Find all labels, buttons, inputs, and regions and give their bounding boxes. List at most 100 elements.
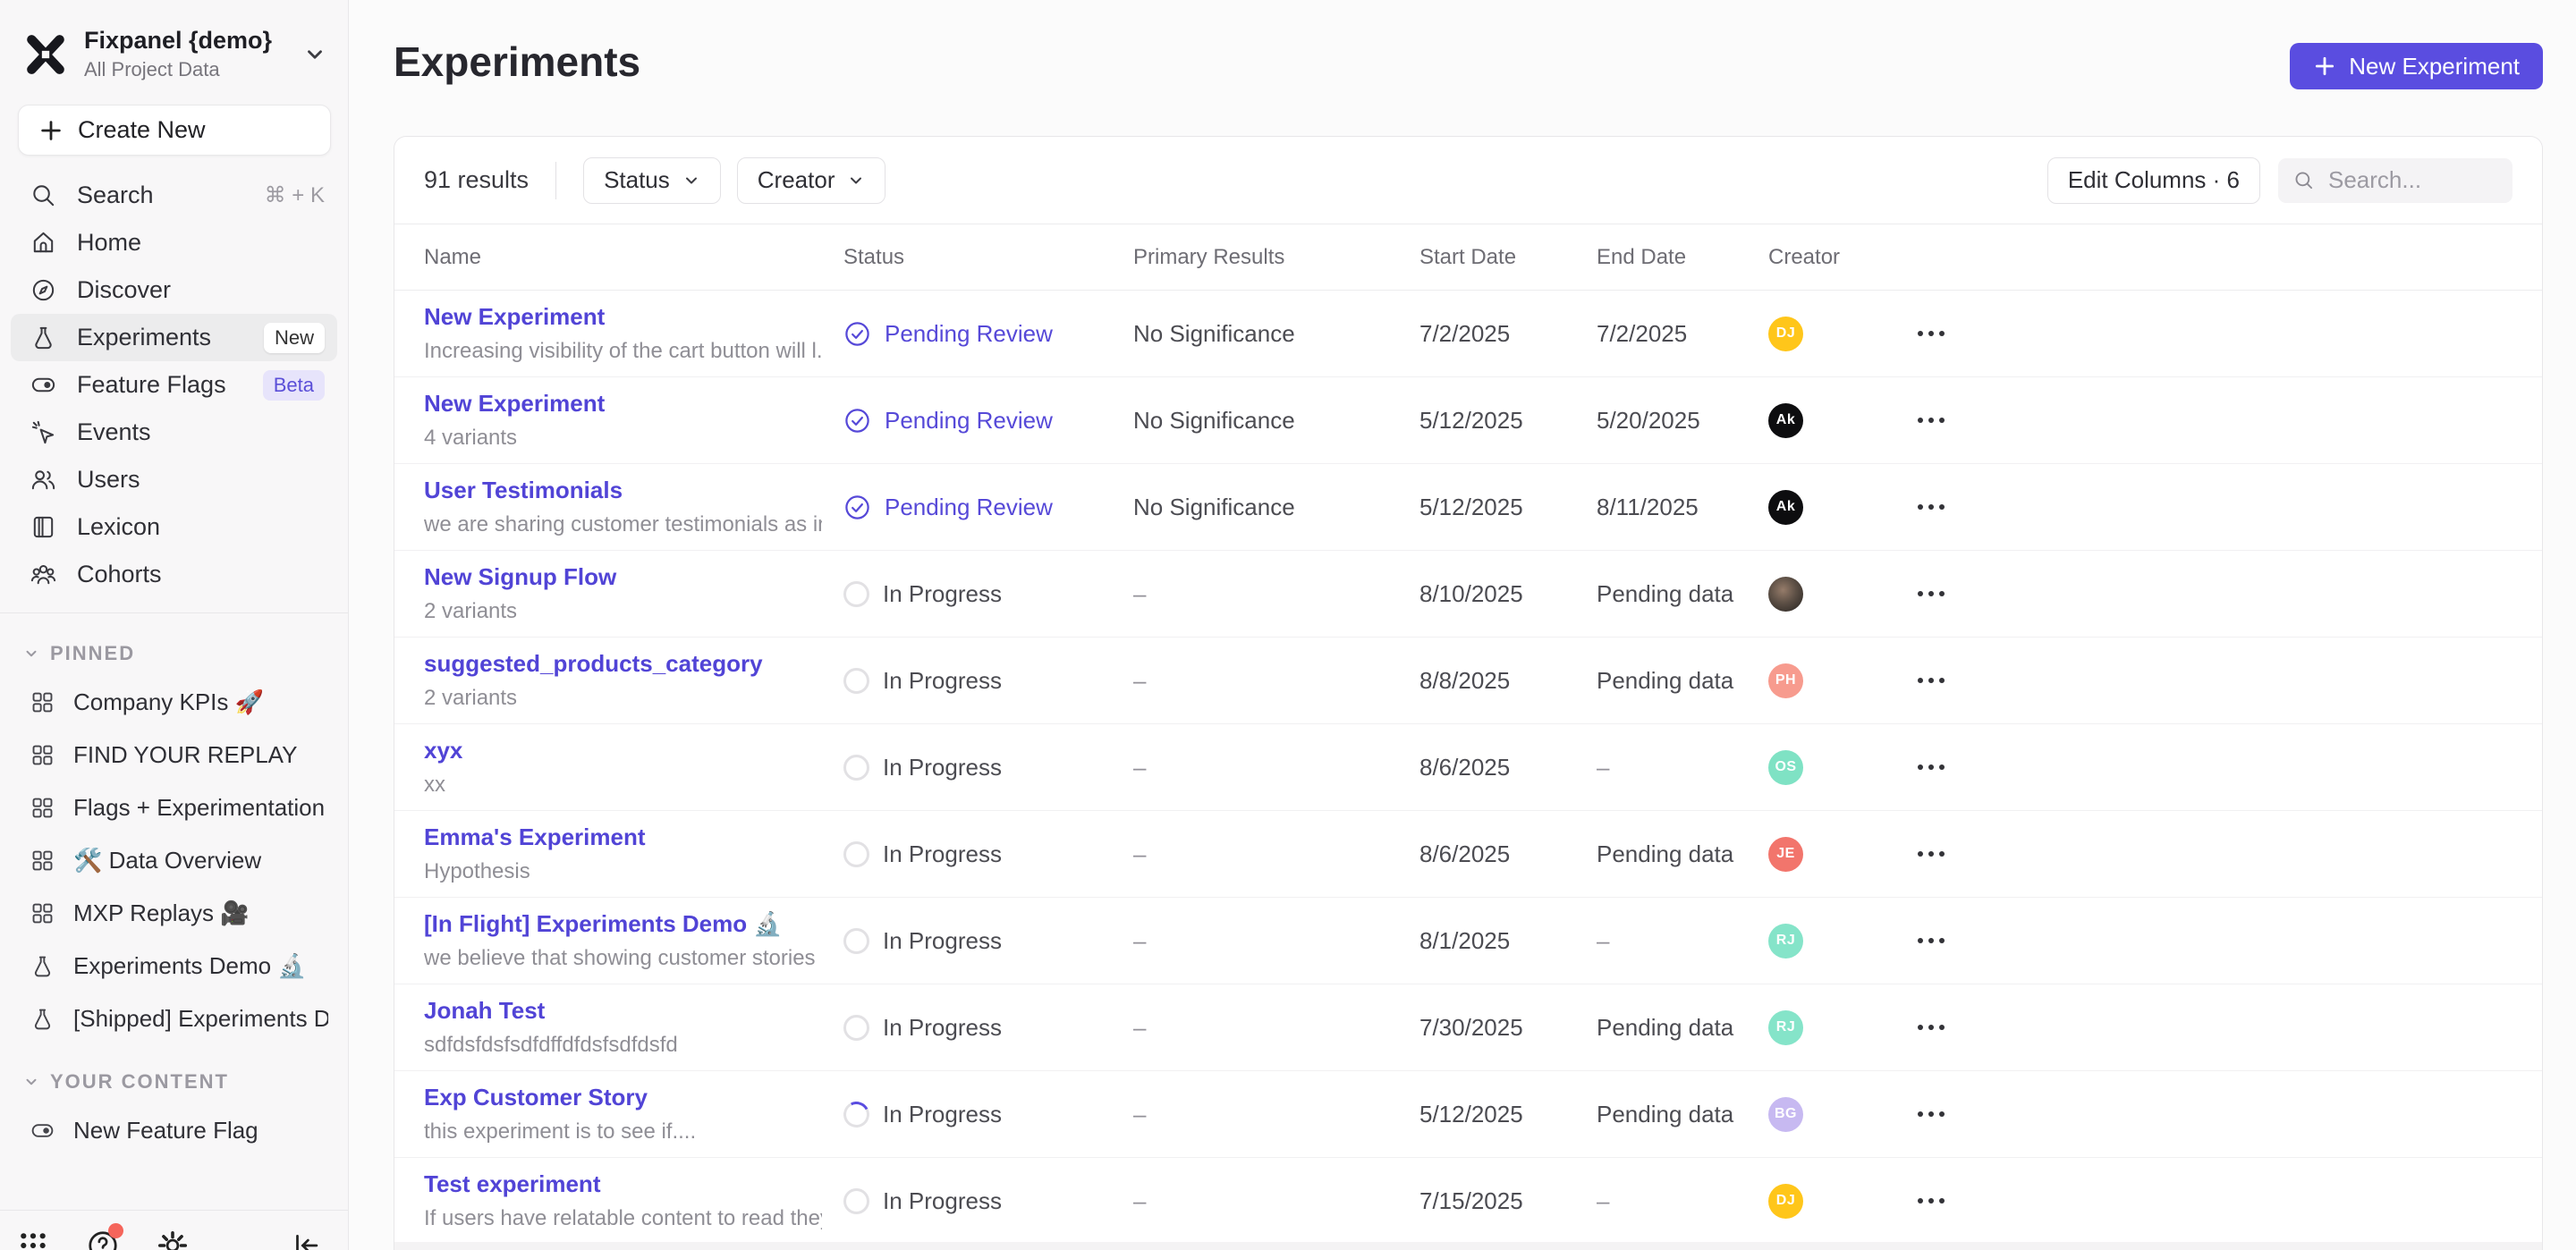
table-row[interactable]: Exp Customer Story this experiment is to … [394,1071,2542,1158]
pinned-item-mxp-replays[interactable]: MXP Replays 🎥 [11,887,337,940]
board-icon [30,742,55,768]
table-row[interactable]: User Testimonialswe are sharing customer… [394,464,2542,551]
sidebar-item-cohorts[interactable]: Cohorts [11,551,337,598]
row-menu-button[interactable] [1909,582,1953,605]
sidebar-item-events[interactable]: Events [11,409,337,456]
column-header-start-date[interactable]: Start Date [1419,245,1597,270]
creator-avatar[interactable]: Ak [1768,403,1803,438]
row-menu-button[interactable] [1909,929,1953,952]
experiment-name-link[interactable]: Jonah Test [424,997,822,1025]
creator-avatar[interactable]: RJ [1768,924,1803,959]
pinned-item-shipped-experiments-demo[interactable]: [Shipped] Experiments Demo 🖊️ [11,992,337,1045]
table-row[interactable]: xyxxx In Progress – 8/6/2025 – OS [394,724,2542,811]
edit-columns-button[interactable]: Edit Columns · 6 [2047,157,2260,204]
experiment-name-link[interactable]: New Signup Flow [424,563,822,591]
status-filter-label: Status [604,166,670,194]
table-search-input[interactable] [2328,166,2489,194]
row-menu-button[interactable] [1909,1016,1953,1039]
pinned-item-find-your-replay[interactable]: FIND YOUR REPLAY [11,729,337,781]
table-row[interactable]: New Signup Flow2 variants In Progress – … [394,551,2542,638]
sidebar-item-feature-flags[interactable]: Feature Flags Beta [11,361,337,409]
experiment-name-link[interactable]: User Testimonials [424,477,822,504]
sidebar-item-experiments[interactable]: Experiments New [11,314,337,361]
primary-results: – [1133,580,1419,608]
sidebar-item-label: Discover [77,276,325,304]
table-search[interactable] [2278,158,2512,203]
row-menu-button[interactable] [1909,669,1953,692]
sidebar-item-discover[interactable]: Discover [11,266,337,314]
creator-avatar[interactable]: BG [1768,1097,1803,1132]
experiment-description: this experiment is to see if.... [424,1119,822,1144]
column-header-end-date[interactable]: End Date [1597,245,1768,270]
pinned-item-experiments-demo[interactable]: Experiments Demo 🔬 [11,940,337,992]
pinned-section-header[interactable]: PINNED [0,629,348,676]
row-menu-button[interactable] [1909,756,1953,779]
table-row[interactable]: Test experimentIf users have relatable c… [394,1158,2542,1245]
search-icon [30,182,57,209]
your-content-item-new-feature-flag[interactable]: New Feature Flag [11,1104,337,1157]
workspace-switcher[interactable]: Fixpanel {demo} All Project Data [0,0,348,101]
table-row[interactable]: Emma's ExperimentHypothesis In Progress … [394,811,2542,898]
experiment-name-link[interactable]: [In Flight] Experiments Demo 🔬 [424,910,822,938]
experiment-name-link[interactable]: Test experiment [424,1170,822,1198]
creator-avatar[interactable]: DJ [1768,1184,1803,1219]
creator-filter-label: Creator [758,166,835,194]
creator-avatar[interactable] [1768,577,1803,612]
experiment-name-link[interactable]: Emma's Experiment [424,823,822,851]
experiment-description: 2 variants [424,599,822,624]
pinned-item-flags-experimentation-demo[interactable]: Flags + Experimentation Demo 🧪 [11,781,337,834]
table-row[interactable]: New ExperimentIncreasing visibility of t… [394,291,2542,377]
column-header-name[interactable]: Name [424,245,843,270]
column-header-primary-results[interactable]: Primary Results [1133,245,1419,270]
table-row[interactable]: [In Flight] Experiments Demo 🔬we believe… [394,898,2542,984]
table-row[interactable]: New Experiment4 variants Pending Review … [394,377,2542,464]
new-experiment-button[interactable]: New Experiment [2290,43,2543,89]
start-date: 8/10/2025 [1419,580,1597,608]
experiment-name-link[interactable]: suggested_products_category [424,650,822,678]
row-menu-button[interactable] [1909,1102,1953,1126]
experiment-name-link[interactable]: Exp Customer Story [424,1084,822,1111]
creator-avatar[interactable]: RJ [1768,1010,1803,1045]
column-header-creator[interactable]: Creator [1768,245,1909,270]
sidebar-item-users[interactable]: Users [11,456,337,503]
status-label: In Progress [883,927,1002,955]
pinned-item-company-kpis[interactable]: Company KPIs 🚀 [11,676,337,729]
end-date: Pending data [1597,1014,1768,1042]
row-menu-button[interactable] [1909,1189,1953,1212]
sidebar-item-home[interactable]: Home [11,219,337,266]
creator-avatar[interactable]: OS [1768,750,1803,785]
status-label: In Progress [883,1101,1002,1128]
column-header-status[interactable]: Status [843,245,1133,270]
row-menu-button[interactable] [1909,842,1953,866]
experiment-name-link[interactable]: New Experiment [424,303,822,331]
pinned-item-data-overview[interactable]: 🛠️ Data Overview [11,834,337,887]
cursor-rays-icon [30,418,57,446]
your-content-section-header[interactable]: YOUR CONTENT [0,1058,348,1104]
workspace-text: Fixpanel {demo} All Project Data [84,27,287,81]
help-button[interactable] [86,1229,120,1250]
sidebar-item-search[interactable]: Search ⌘ + K [11,172,337,219]
table-row[interactable]: Jonah Testsdfdsfdsfsdfdffdfdsfsdfdsfd In… [394,984,2542,1071]
creator-avatar[interactable]: JE [1768,837,1803,872]
status-label: Pending Review [885,320,1053,348]
gear-icon[interactable] [156,1229,190,1250]
apps-grid-icon[interactable] [16,1229,50,1250]
sidebar: Fixpanel {demo} All Project Data Create … [0,0,349,1250]
creator-avatar[interactable]: Ak [1768,490,1803,525]
row-menu-button[interactable] [1909,322,1953,345]
collapse-sidebar-icon[interactable] [289,1229,323,1250]
creator-avatar[interactable]: PH [1768,663,1803,698]
start-date: 5/12/2025 [1419,407,1597,435]
sidebar-item-lexicon[interactable]: Lexicon [11,503,337,551]
creator-avatar[interactable]: DJ [1768,317,1803,351]
create-new-button[interactable]: Create New [18,105,331,156]
status-filter-button[interactable]: Status [583,157,721,204]
row-menu-button[interactable] [1909,409,1953,432]
experiment-name-link[interactable]: New Experiment [424,390,822,418]
creator-filter-button[interactable]: Creator [737,157,886,204]
table-header-row: Name Status Primary Results Start Date E… [394,224,2542,291]
table-row[interactable]: suggested_products_category2 variants In… [394,638,2542,724]
experiment-name-link[interactable]: xyx [424,737,822,764]
experiment-description: xx [424,773,822,798]
row-menu-button[interactable] [1909,495,1953,519]
